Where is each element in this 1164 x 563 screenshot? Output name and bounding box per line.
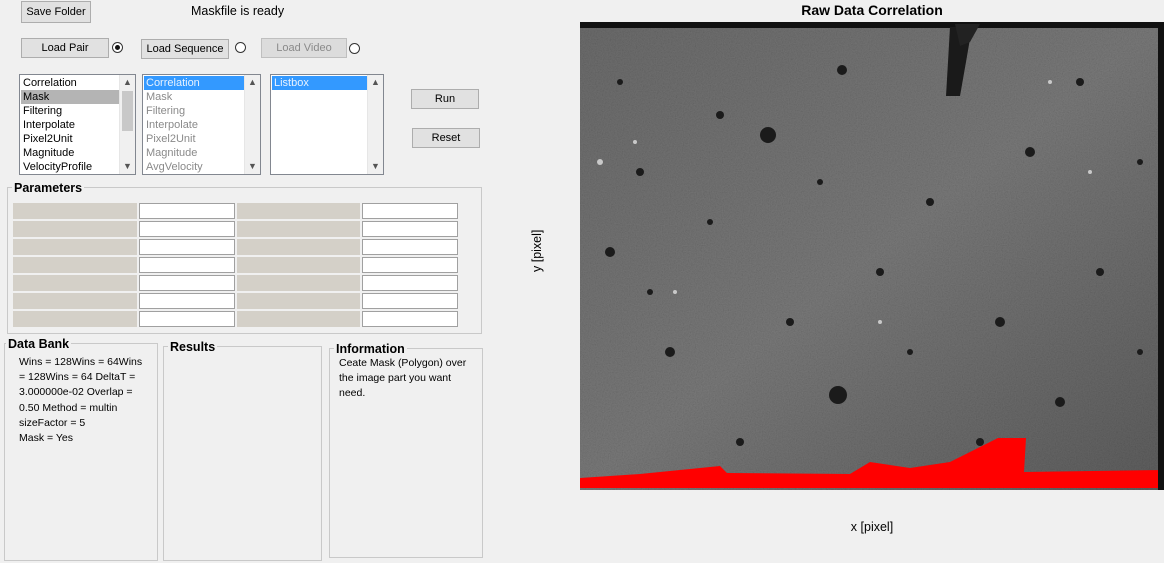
steps-list: Correlation Mask Filtering Interpolate Pixel… (21, 76, 119, 174)
list-item[interactable]: Filtering (21, 104, 119, 118)
list-item[interactable]: Interpolate (21, 118, 119, 132)
param-label-cell (237, 293, 360, 309)
param-value-field[interactable] (362, 275, 458, 291)
list-item[interactable]: Correlation (21, 76, 119, 90)
scroll-down-icon[interactable]: ▼ (245, 159, 260, 174)
information-text: Ceate Mask (Polygon) over the image part… (339, 356, 479, 402)
param-label-cell (13, 293, 137, 309)
list-item[interactable]: Pixel2Unit (21, 132, 119, 146)
results-panel (163, 346, 322, 561)
run-label: Run (434, 93, 456, 105)
queue-list: Correlation Mask Filtering Interpolate Pixel… (144, 76, 244, 174)
param-label-cell (237, 311, 360, 327)
data-bank-line: Mask = Yes (19, 432, 73, 445)
reset-button[interactable]: Reset (412, 128, 480, 148)
plot-title: Raw Data Correlation (801, 2, 943, 18)
param-value-field[interactable] (139, 239, 235, 255)
steps-listbox[interactable]: Correlation Mask Filtering Interpolate Pixel… (19, 74, 136, 175)
list-item[interactable]: Listbox (272, 76, 367, 90)
scrollbar-thumb[interactable] (122, 91, 133, 131)
scroll-up-icon[interactable]: ▲ (120, 75, 135, 90)
save-folder-label: Save Folder (26, 6, 86, 18)
scroll-down-icon[interactable]: ▼ (120, 159, 135, 174)
reset-label: Reset (431, 132, 461, 144)
parameters-title: Parameters (12, 181, 85, 195)
scroll-down-icon[interactable]: ▼ (368, 159, 383, 174)
queue-scrollbar[interactable]: ▲ ▼ (244, 75, 260, 174)
scroll-up-icon[interactable]: ▲ (368, 75, 383, 90)
queue-listbox[interactable]: Correlation Mask Filtering Interpolate Pixel… (142, 74, 261, 175)
param-label-cell (13, 239, 137, 255)
param-value-field[interactable] (139, 275, 235, 291)
param-label-cell (13, 221, 137, 237)
data-bank-line: = 128Wins = 64 DeltaT = (19, 371, 136, 384)
list-item[interactable]: Interpolate (144, 118, 244, 132)
param-label-cell (237, 239, 360, 255)
param-label-cell (237, 221, 360, 237)
param-label-cell (237, 275, 360, 291)
load-video-label: Load Video (276, 42, 332, 54)
load-pair-label: Load Pair (41, 42, 89, 54)
param-value-field[interactable] (139, 203, 235, 219)
param-label-cell (13, 311, 137, 327)
param-label-cell (13, 257, 137, 273)
list-item[interactable]: Mask (144, 90, 244, 104)
extra-list: Listbox (272, 76, 367, 90)
list-item[interactable]: Correlation (144, 76, 244, 90)
image-top-edge (580, 22, 1164, 28)
load-sequence-label: Load Sequence (146, 43, 224, 55)
scroll-up-icon[interactable]: ▲ (245, 75, 260, 90)
param-label-cell (237, 203, 360, 219)
image-background (580, 22, 1164, 490)
list-item[interactable]: VelocityProfile (21, 160, 119, 174)
image-right-edge (1158, 22, 1164, 490)
load-video-button[interactable]: Load Video (261, 38, 347, 58)
load-pair-button[interactable]: Load Pair (21, 38, 109, 58)
param-value-field[interactable] (362, 221, 458, 237)
load-pair-radio[interactable] (112, 42, 123, 53)
param-value-field[interactable] (139, 221, 235, 237)
information-line: the image part you want (339, 372, 452, 385)
list-item[interactable]: AvgVelocity (144, 160, 244, 174)
data-bank-line: sizeFactor = 5 (19, 416, 86, 429)
data-bank-title: Data Bank (6, 337, 72, 351)
param-value-field[interactable] (139, 293, 235, 309)
data-bank-line: Wins = 128Wins = 64Wins (19, 356, 143, 368)
param-label-cell (13, 275, 137, 291)
information-title: Information (334, 342, 407, 356)
data-bank-line: 3.000000e-02 Overlap = (19, 386, 133, 399)
data-bank-text: Wins = 128Wins = 64Wins = 128Wins = 64 D… (19, 355, 151, 446)
list-item[interactable]: Filtering (144, 104, 244, 118)
load-sequence-radio[interactable] (235, 42, 246, 53)
load-video-radio[interactable] (349, 43, 360, 54)
param-label-cell (237, 257, 360, 273)
results-title: Results (168, 340, 218, 354)
save-folder-button[interactable]: Save Folder (21, 1, 91, 23)
run-button[interactable]: Run (411, 89, 479, 109)
list-item[interactable]: Mask (21, 90, 119, 104)
param-value-field[interactable] (362, 203, 458, 219)
extra-scrollbar[interactable]: ▲ ▼ (367, 75, 383, 174)
data-bank-line: 0.50 Method = multin (19, 401, 118, 414)
param-value-field[interactable] (362, 311, 458, 327)
load-sequence-button[interactable]: Load Sequence (141, 39, 229, 59)
information-line: need. (339, 387, 366, 400)
param-value-field[interactable] (139, 257, 235, 273)
y-axis-label: y [pixel] (530, 229, 544, 272)
information-line: Ceate Mask (Polygon) over (339, 357, 467, 369)
param-value-field[interactable] (362, 257, 458, 273)
list-item[interactable]: Pixel2Unit (144, 132, 244, 146)
param-value-field[interactable] (362, 239, 458, 255)
status-text: Maskfile is ready (191, 4, 285, 18)
raw-data-image[interactable] (580, 22, 1164, 490)
param-value-field[interactable] (139, 311, 235, 327)
list-item[interactable]: Magnitude (144, 146, 244, 160)
list-item[interactable]: Magnitude (21, 146, 119, 160)
param-label-cell (13, 203, 137, 219)
x-axis-label: x [pixel] (850, 520, 894, 534)
param-value-field[interactable] (362, 293, 458, 309)
extra-listbox[interactable]: Listbox ▲ ▼ (270, 74, 384, 175)
steps-scrollbar[interactable]: ▲ ▼ (119, 75, 135, 174)
